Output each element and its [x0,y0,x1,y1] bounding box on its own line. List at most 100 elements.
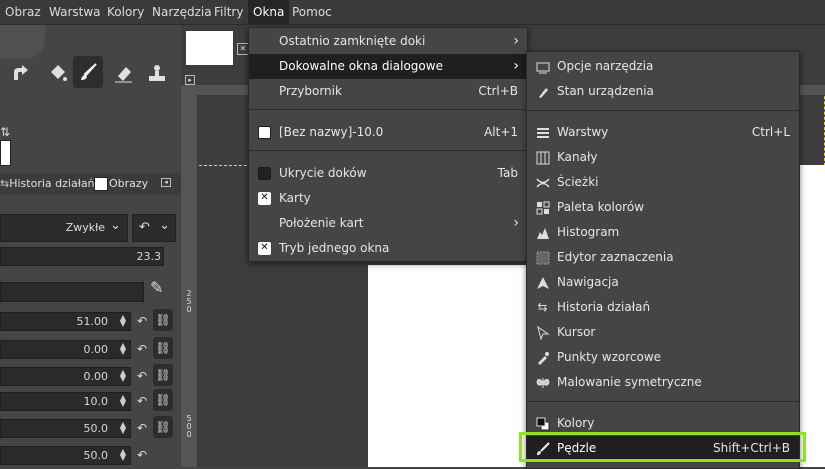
menu-item-toolbox[interactable]: Przybornik Ctrl+B [249,79,527,104]
menu-item-tool-options[interactable]: Opcje narzędzia [527,54,799,79]
chevron-down-icon: ⌄ [159,218,170,233]
eraser-tool-icon[interactable] [108,57,138,89]
chain-link-icon[interactable]: ⛓ [153,416,173,438]
reset-icon[interactable]: ↶ [133,367,151,385]
menu-item-symmetry-painting[interactable]: Malowanie symetryczne [527,370,799,395]
menu-filtry[interactable]: Filtry [209,0,248,24]
spin-icon[interactable]: ▲ ▼ [120,448,126,462]
menu-pomoc[interactable]: Pomoc [287,0,337,24]
menu-item-tabs[interactable]: ✕ Karty [249,186,527,211]
menu-kolory[interactable]: Kolory [102,0,149,24]
spin-icon[interactable]: ▲ ▼ [120,342,126,356]
symmetry-icon [535,375,550,390]
menu-okna[interactable]: Okna [248,0,290,24]
dock-tab-bar: ⇆Historia działań Obrazy ◂ [0,173,181,195]
menu-item-histogram[interactable]: Histogram [527,220,799,245]
chain-link-icon[interactable]: ⛓ [153,389,173,411]
hardness-field[interactable]: 50.0 ▲ ▼ [0,419,131,438]
reset-icon[interactable]: ↶ [133,446,151,464]
sample-points-icon [535,350,550,365]
menu-item-image-window[interactable]: [Bez nazwy]-10.0 Alt+1 [249,120,527,145]
menu-item-undo-history[interactable]: ⇆ Historia działań [527,295,799,320]
menu-item-single-window-mode[interactable]: ✕ Tryb jednego okna [249,236,527,261]
menu-item-palette[interactable]: Paleta kolorów [527,195,799,220]
menu-item-pointer[interactable]: Kursor [527,320,799,345]
chevron-down-icon: ⌄ [110,218,121,233]
undo-history-tab-icon: ⇆ [0,177,10,190]
menu-item-navigation[interactable]: Nawigacja [527,270,799,295]
menu-item-sample-points[interactable]: Punkty wzorcowe [527,345,799,370]
menu-narzedzia[interactable]: Narzędzia [147,0,217,24]
reset-icon[interactable]: ↶ [133,419,151,437]
menu-obraz[interactable]: Obraz [0,0,46,24]
menu-separator [249,150,527,151]
reset-icon[interactable]: ↶ [133,392,151,410]
image-thumbnail[interactable] [186,31,233,65]
chain-link-icon[interactable]: ⛓ [153,337,173,359]
layers-icon [535,125,550,140]
image-canvas[interactable] [368,265,528,467]
aspect-ratio-field[interactable]: 0.00 ▲ ▼ [0,340,131,359]
menu-warstwa[interactable]: Warstwa [44,0,106,24]
chain-link-icon[interactable]: ⛓ [153,309,173,331]
vertical-ruler: 2 5 0 5 0 0 [181,85,197,467]
images-tab-icon [94,177,108,191]
menu-item-channels[interactable]: Kanały [527,145,799,170]
spin-icon[interactable]: ▲ ▼ [120,394,126,408]
chevron-right-icon: › [513,58,519,74]
brush-selector[interactable] [0,282,144,302]
paths-icon [535,175,550,190]
palette-icon [535,200,550,215]
reset-icon: ↶ [139,220,150,235]
spacing-field[interactable]: 10.0 ▲ ▼ [0,392,131,411]
menu-item-selection-editor[interactable]: Edytor zaznaczenia [527,245,799,270]
force-field[interactable]: 50.0 ▲ ▼ [0,446,131,465]
selection-editor-icon [535,250,550,265]
menu-item-dockable-dialogs[interactable]: Dokowalne okna dialogowe › [249,54,527,79]
smudge-tool-icon[interactable] [6,57,36,89]
chain-link-icon[interactable]: ⛓ [153,364,173,386]
chevron-right-icon: › [513,33,519,49]
image-canvas-right [798,165,825,467]
pointer-icon [535,325,550,340]
menu-item-layers[interactable]: Warstwy Ctrl+L [527,120,799,145]
bucket-fill-tool-icon[interactable] [42,57,72,89]
device-status-icon [535,84,550,99]
tab-images[interactable]: Obrazy [109,175,148,193]
checkbox-checked-icon: ✕ [257,191,272,206]
menu-item-recently-closed-docks[interactable]: Ostatnio zamknięte doki › [249,29,527,54]
checkbox-unchecked-icon [257,166,272,181]
angle-field[interactable]: 0.00 ▲ ▼ [0,367,131,386]
okna-menu: Ostatnio zamknięte doki › Dokowalne okna… [248,27,528,262]
reset-icon[interactable]: ↶ [133,340,151,358]
menu-item-tabs-position[interactable]: Położenie kart › [249,211,527,236]
menu-item-device-status[interactable]: Stan urządzenia [527,79,799,104]
clone-tool-icon[interactable] [142,57,172,89]
paintbrush-tool-icon[interactable] [73,56,103,88]
channels-icon [535,150,550,165]
edit-brush-icon[interactable]: ✎ [150,278,172,300]
mode-dropdown[interactable]: Zwykłe ⌄ [0,214,128,242]
colors-icon [535,416,550,431]
background-color-swatch[interactable] [0,140,11,166]
dock-menu-icon[interactable]: ◂ [161,178,171,187]
menu-separator [527,401,799,402]
spin-icon[interactable]: ▲ ▼ [120,314,126,328]
undo-history-icon: ⇆ [537,300,548,314]
mode-reset-dropdown[interactable]: ↶ ⌄ [132,214,176,242]
spin-icon[interactable]: ▲ ▼ [120,421,126,435]
dockable-dialogs-submenu: Opcje narzędzia Stan urządzenia Warstwy … [526,51,800,469]
swap-colors-icon[interactable]: ⇅ [0,125,12,139]
menu-separator [249,109,527,110]
tab-undo-history[interactable]: ⇆Historia działań [0,175,95,193]
reset-icon[interactable]: ↶ [133,312,151,330]
spin-icon[interactable]: ▲ ▼ [120,369,126,383]
wilber-decoration [0,25,45,59]
checkbox-checked-icon: ✕ [257,241,272,256]
menu-item-paths[interactable]: Ścieżki [527,170,799,195]
menu-item-hide-docks[interactable]: Ukrycie doków Tab [249,161,527,186]
size-field[interactable]: 51.00 ▲ ▼ [0,312,131,331]
opacity-field[interactable]: 23.3 [0,247,164,266]
navigation-icon [535,275,550,290]
quickmask-icon[interactable]: ▸ [185,75,195,85]
